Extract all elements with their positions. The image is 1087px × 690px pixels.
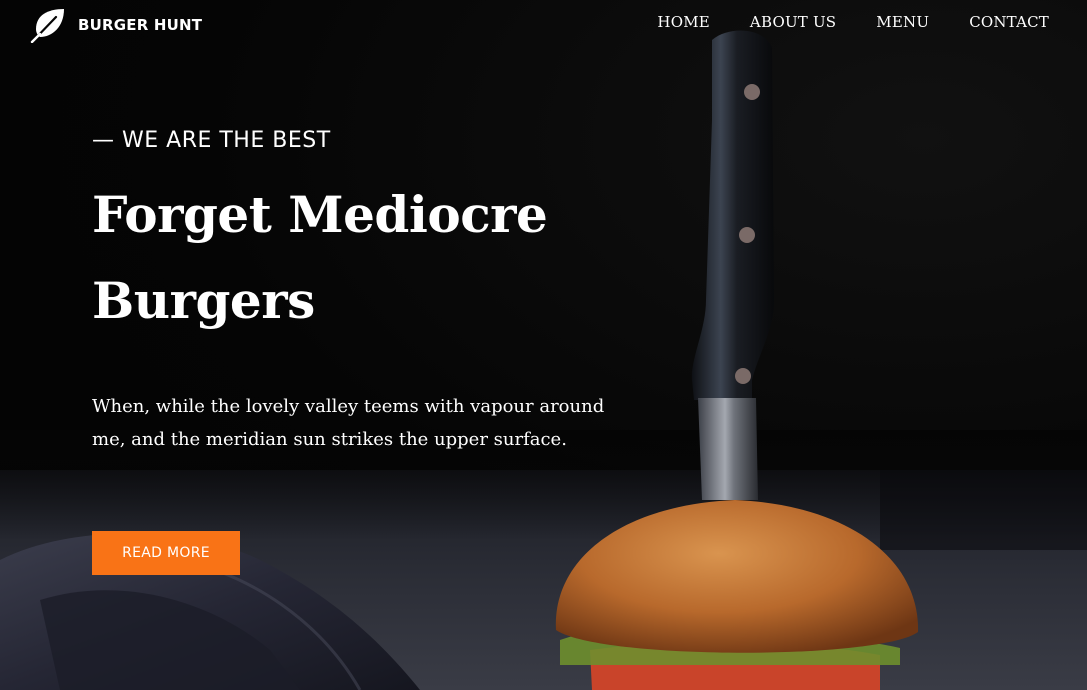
hero-section: BURGER HUNT HOME ABOUT US MENU CONTACT —… <box>0 0 1087 690</box>
read-more-button[interactable]: READ MORE <box>92 531 240 575</box>
hero-headline: Forget Mediocre Burgers <box>92 185 548 330</box>
brand-logo-link[interactable]: BURGER HUNT <box>30 7 203 44</box>
hero-background-image <box>0 30 1087 690</box>
hero-lead-text: When, while the lovely valley teems with… <box>92 396 605 450</box>
leaf-icon <box>30 7 66 44</box>
main-nav: HOME ABOUT US MENU CONTACT <box>657 13 1049 31</box>
nav-item-about-us[interactable]: ABOUT US <box>750 13 836 31</box>
brand-name: BURGER HUNT <box>78 16 203 34</box>
hero-eyebrow: — WE ARE THE BEST <box>92 128 331 153</box>
nav-item-home[interactable]: HOME <box>657 13 710 31</box>
nav-item-menu[interactable]: MENU <box>876 13 929 31</box>
nav-item-contact[interactable]: CONTACT <box>969 13 1049 31</box>
